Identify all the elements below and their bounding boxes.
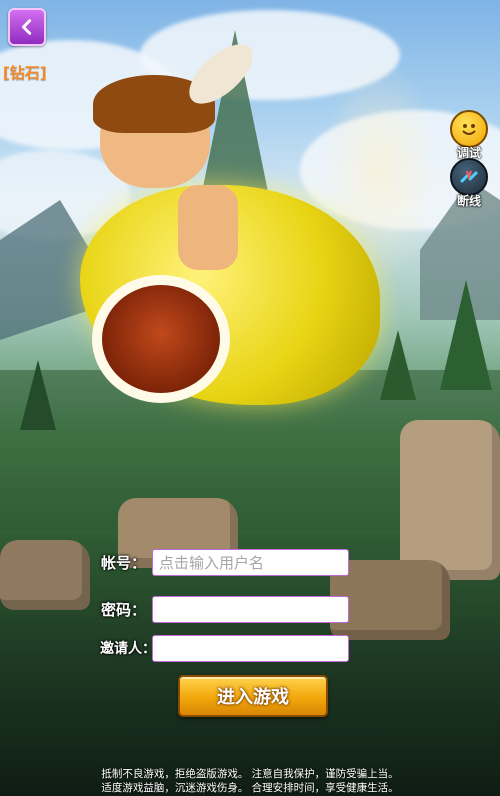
smiley-icon (450, 110, 488, 148)
enter-game-button[interactable]: 进入游戏 (178, 675, 328, 717)
health-notice-line-1: 抵制不良游戏，拒绝盗版游戏。 注意自我保护，谨防受骗上当。 (101, 768, 399, 780)
password-input[interactable] (152, 596, 349, 623)
debug-button[interactable]: 调试 (448, 110, 490, 161)
username-input[interactable] (152, 549, 349, 576)
diamond-label: [钻石] (3, 64, 47, 82)
disconnect-button[interactable]: 断线 (448, 158, 490, 209)
disconnect-label: 断线 (456, 194, 481, 208)
dragon-mouth (92, 275, 230, 403)
inviter-label: 邀请人： (100, 641, 156, 657)
inviter-input[interactable] (152, 635, 349, 662)
back-arrow-icon (21, 19, 32, 35)
account-label: 帐号： (101, 554, 147, 572)
password-label: 密码： (101, 601, 147, 619)
back-button[interactable] (8, 8, 46, 46)
caveman-kid-body (178, 185, 238, 270)
disconnect-icon (450, 158, 488, 196)
health-notice-line-2: 适度游戏益脑，沉迷游戏伤身。 合理安排时间，享受健康生活。 (101, 782, 399, 794)
